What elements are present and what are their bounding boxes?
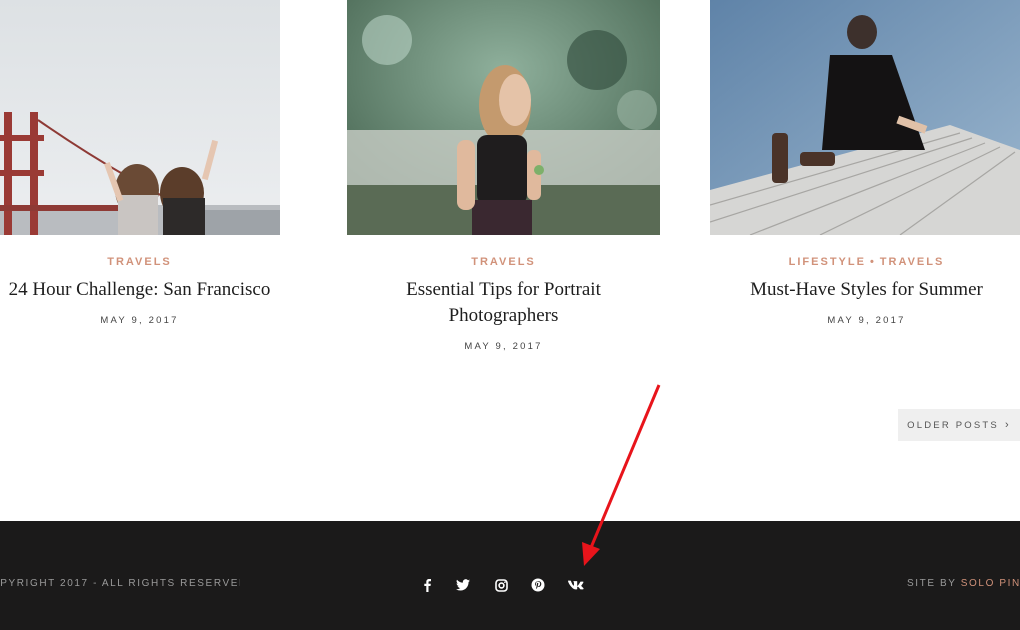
post-1-image[interactable] xyxy=(0,0,280,235)
post-3-category-lifestyle[interactable]: LIFESTYLE xyxy=(789,256,866,268)
post-2-title-line-1: Essential Tips for Portrait xyxy=(406,279,601,300)
chevron-right-icon: › xyxy=(1004,419,1011,431)
vk-icon[interactable] xyxy=(567,576,585,594)
twitter-icon[interactable] xyxy=(454,576,472,594)
pier-photo xyxy=(710,0,1020,235)
post-1-title[interactable]: 24 Hour Challenge: San Francisco xyxy=(0,277,296,303)
social-icons xyxy=(418,576,585,594)
post-3-category-travels[interactable]: TRAVELS xyxy=(880,256,945,268)
site-by-credit: SITE BY SOLO PINE xyxy=(907,578,1020,589)
portrait-photo xyxy=(347,0,660,235)
site-by-author-link[interactable]: SOLO PINE xyxy=(961,578,1020,589)
older-posts-button[interactable]: OLDER POSTS › xyxy=(898,409,1020,441)
category-separator: • xyxy=(869,256,876,268)
instagram-icon[interactable] xyxy=(492,576,510,594)
post-2-image[interactable] xyxy=(347,0,660,235)
post-2-title[interactable]: Essential Tips for Portrait Photographer… xyxy=(347,277,660,329)
facebook-icon[interactable] xyxy=(418,576,436,594)
post-3-image[interactable] xyxy=(710,0,1020,235)
post-1-date: MAY 9, 2017 xyxy=(100,315,179,326)
bridge-photo xyxy=(0,0,280,235)
older-posts-label: OLDER POSTS xyxy=(907,419,999,431)
post-3-title[interactable]: Must-Have Styles for Summer xyxy=(710,277,1020,303)
site-by-prefix: SITE BY xyxy=(907,578,957,589)
post-2-title-line-2: Photographers xyxy=(448,305,559,326)
post-3-category: LIFESTYLE • TRAVELS xyxy=(710,256,1020,268)
pinterest-icon[interactable] xyxy=(529,576,547,594)
copyright-text: COPYRIGHT 2017 - ALL RIGHTS RESERVED xyxy=(0,578,240,589)
site-footer: COPYRIGHT 2017 - ALL RIGHTS RESERVED SIT… xyxy=(0,521,1020,630)
post-2-date: MAY 9, 2017 xyxy=(464,341,543,352)
post-3-date: MAY 9, 2017 xyxy=(827,315,906,326)
post-2-category[interactable]: TRAVELS xyxy=(347,256,660,268)
post-1-category[interactable]: TRAVELS xyxy=(0,256,296,268)
